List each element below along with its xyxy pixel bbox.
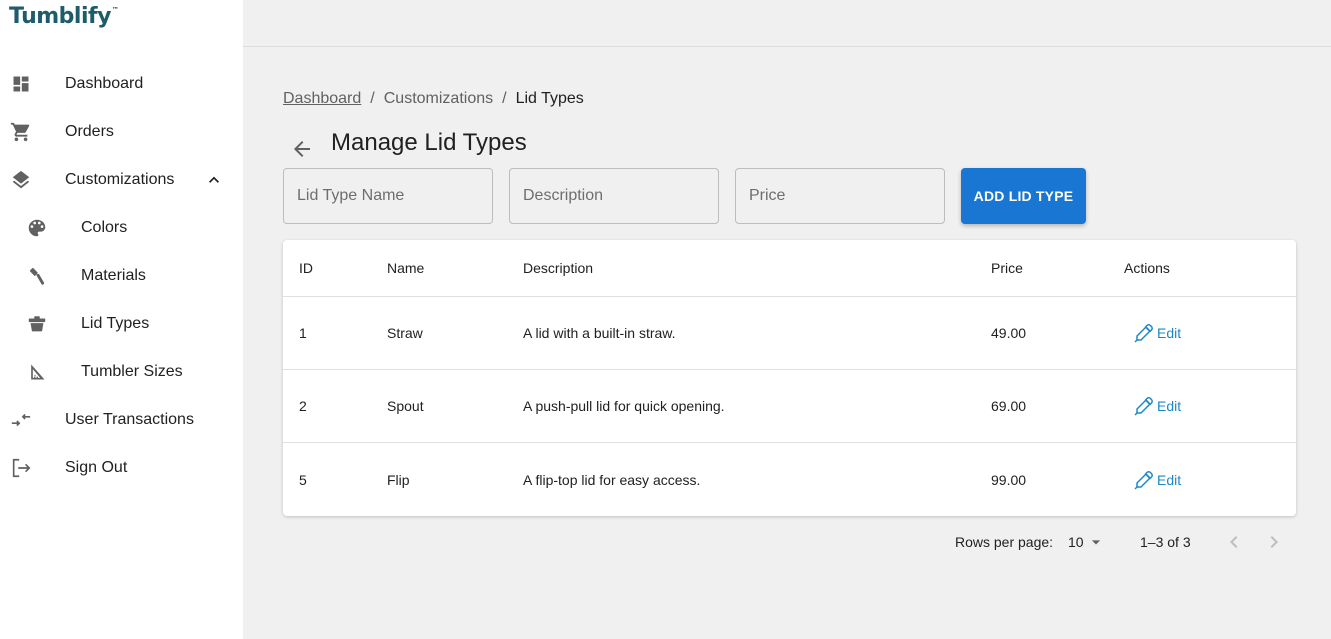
sign-out-icon <box>10 457 32 479</box>
column-header-description: Description <box>523 260 594 276</box>
sidebar-item-label: Sign Out <box>65 459 128 476</box>
eyedropper-icon <box>1134 470 1153 490</box>
sidebar-item-materials[interactable]: Materials <box>0 252 243 300</box>
rows-per-page-label: Rows per page: <box>955 534 1054 550</box>
chevron-up-icon[interactable] <box>204 170 224 190</box>
breadcrumb-separator: / <box>502 90 507 107</box>
cell-price: 69.00 <box>991 398 1027 414</box>
lid-type-name-input[interactable] <box>283 168 493 224</box>
edit-label: Edit <box>1157 325 1182 341</box>
sidebar-item-label: Orders <box>65 123 114 140</box>
table-row: 5 Flip A flip-top lid for easy access. 9… <box>283 443 1296 516</box>
breadcrumb-separator: / <box>370 90 375 107</box>
sidebar-item-label: Tumbler Sizes <box>81 363 183 380</box>
eyedropper-icon <box>1134 397 1153 416</box>
sidebar-item-colors[interactable]: Colors <box>0 204 243 252</box>
edit-button[interactable]: Edit <box>1132 321 1181 345</box>
lid-icon <box>26 313 48 335</box>
palette-icon <box>26 217 48 239</box>
sidebar-item-label: Materials <box>81 267 146 284</box>
edit-label: Edit <box>1157 398 1182 414</box>
previous-page-button[interactable] <box>1222 530 1246 554</box>
eyedropper-icon <box>1134 324 1153 343</box>
edit-button[interactable]: Edit <box>1132 394 1181 418</box>
sidebar-item-user-transactions[interactable]: User Transactions <box>0 396 243 444</box>
chevron-left-icon <box>1230 536 1238 548</box>
column-header-id: ID <box>299 260 313 276</box>
dashboard-icon <box>10 73 32 95</box>
column-header-price: Price <box>991 260 1023 276</box>
cell-description: A lid with a built-in straw. <box>523 325 676 341</box>
sidebar-item-label: Customizations <box>65 171 175 188</box>
cell-name: Straw <box>387 325 423 341</box>
sidebar-item-lid-types[interactable]: Lid Types <box>0 300 243 348</box>
table-row: 2 Spout A push-pull lid for quick openin… <box>283 370 1296 443</box>
sidebar-item-customizations[interactable]: Customizations <box>0 156 243 204</box>
table-header-row: ID Name Description Price Actions <box>283 240 1296 297</box>
breadcrumb: Dashboard / Customizations / Lid Types <box>283 90 584 108</box>
cell-description: A flip-top lid for easy access. <box>523 471 701 488</box>
sidebar-item-orders[interactable]: Orders <box>0 108 243 156</box>
breadcrumb-dashboard[interactable]: Dashboard <box>283 90 361 108</box>
sidebar-item-tumbler-sizes[interactable]: Tumbler Sizes <box>0 348 243 396</box>
cell-name: Spout <box>387 398 424 414</box>
sidebar-item-label: Lid Types <box>81 315 150 332</box>
top-app-bar <box>243 0 1331 47</box>
breadcrumb-current: Lid Types <box>515 90 584 107</box>
brush-icon <box>26 265 48 287</box>
page-title: Manage Lid Types <box>331 129 527 156</box>
cell-description: A push-pull lid for quick opening. <box>523 398 725 414</box>
breadcrumb-customizations[interactable]: Customizations <box>384 90 493 108</box>
edit-label: Edit <box>1157 471 1182 488</box>
sidebar-item-label: Colors <box>81 219 128 236</box>
sidebar-item-sign-out[interactable]: Sign Out <box>0 444 243 492</box>
column-header-name: Name <box>387 260 425 276</box>
layers-icon <box>10 169 32 191</box>
lid-types-table: ID Name Description Price Actions 1 Stra… <box>283 240 1296 516</box>
cart-icon <box>10 121 32 143</box>
sidebar: Tumblify™ Dashboard Orders Customization… <box>0 0 243 639</box>
sidebar-item-label: User Transactions <box>65 411 194 428</box>
rows-per-page-value: 10 <box>1068 534 1084 550</box>
cell-price: 49.00 <box>991 325 1027 341</box>
sidebar-item-label: Dashboard <box>65 75 144 92</box>
table-row: 1 Straw A lid with a built-in straw. 49.… <box>283 297 1296 370</box>
column-header-actions: Actions <box>1124 260 1170 276</box>
cell-id: 1 <box>299 325 307 341</box>
chevron-right-icon <box>1270 536 1278 548</box>
description-input[interactable] <box>509 168 719 224</box>
transfer-arrows-icon <box>10 409 32 431</box>
sidebar-item-dashboard[interactable]: Dashboard <box>0 60 243 108</box>
ruler-triangle-icon <box>26 361 48 383</box>
cell-id: 5 <box>299 471 307 488</box>
rows-per-page-select[interactable]: 10 <box>1068 530 1106 554</box>
pagination-range: 1–3 of 3 <box>1140 534 1191 550</box>
caret-down-icon <box>1091 540 1100 545</box>
edit-button[interactable]: Edit <box>1132 468 1181 492</box>
back-arrow-icon[interactable] <box>290 137 314 161</box>
price-input[interactable] <box>735 168 945 224</box>
add-lid-type-button[interactable]: ADD LID TYPE <box>961 168 1086 224</box>
cell-price: 99.00 <box>991 471 1027 488</box>
cell-id: 2 <box>299 398 307 414</box>
cell-name: Flip <box>387 471 410 488</box>
app-logo[interactable]: Tumblify™ <box>9 4 119 29</box>
next-page-button[interactable] <box>1262 530 1286 554</box>
